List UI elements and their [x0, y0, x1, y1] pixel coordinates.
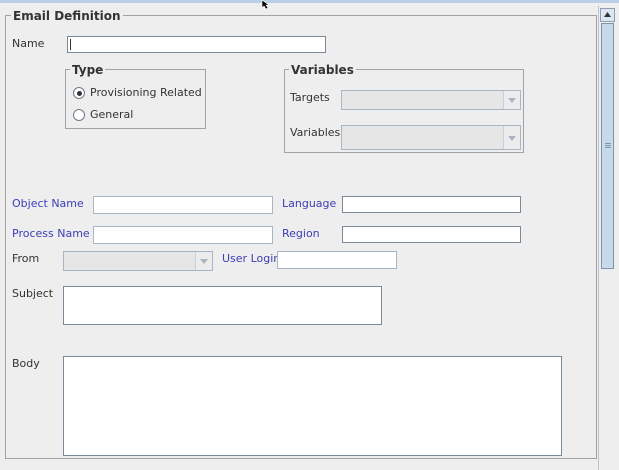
region-field[interactable] [342, 226, 521, 243]
scroll-thumb[interactable] [601, 23, 614, 269]
name-label: Name [12, 37, 45, 50]
type-group-title: Type [70, 63, 106, 77]
window-top-border [0, 0, 619, 3]
variables-dropdown-button[interactable] [503, 126, 520, 149]
user-login-label: User Login [222, 252, 278, 265]
vertical-scrollbar[interactable] [598, 6, 617, 470]
object-name-field[interactable] [93, 196, 273, 214]
mouse-cursor-icon [261, 0, 270, 10]
provisioning-related-label: Provisioning Related [90, 86, 202, 99]
process-name-label: Process Name [12, 227, 90, 240]
variables-group-title: Variables [289, 63, 356, 77]
subject-label: Subject [12, 287, 54, 300]
process-name-field[interactable] [93, 226, 273, 244]
region-label: Region [282, 227, 320, 240]
grip-line [605, 143, 611, 144]
subject-textarea[interactable] [63, 286, 382, 325]
name-field[interactable] [67, 36, 326, 53]
targets-dropdown-button[interactable] [503, 91, 520, 109]
variables-dropdown[interactable] [341, 125, 521, 150]
targets-dropdown[interactable] [341, 90, 521, 110]
grip-line [605, 147, 611, 148]
from-label: From [12, 252, 40, 265]
text-caret [70, 39, 71, 50]
general-radio[interactable] [73, 109, 85, 121]
from-dropdown[interactable] [63, 251, 213, 271]
email-definition-title: Email Definition [11, 9, 123, 23]
targets-label: Targets [290, 91, 330, 104]
language-label: Language [282, 197, 337, 210]
body-label: Body [12, 357, 40, 370]
from-dropdown-button[interactable] [195, 252, 212, 270]
grip-line [605, 145, 611, 146]
arrow-up-icon [604, 12, 611, 17]
object-name-label: Object Name [12, 197, 84, 210]
language-field[interactable] [342, 196, 521, 213]
chevron-down-icon [508, 98, 516, 103]
provisioning-related-radio[interactable] [73, 87, 85, 99]
chevron-down-icon [200, 259, 208, 264]
user-login-field[interactable] [277, 251, 397, 269]
body-textarea[interactable] [63, 356, 562, 456]
scroll-up-button[interactable] [600, 8, 615, 22]
variables-label: Variables [290, 126, 341, 139]
general-label: General [90, 108, 134, 121]
chevron-down-icon [508, 136, 516, 141]
